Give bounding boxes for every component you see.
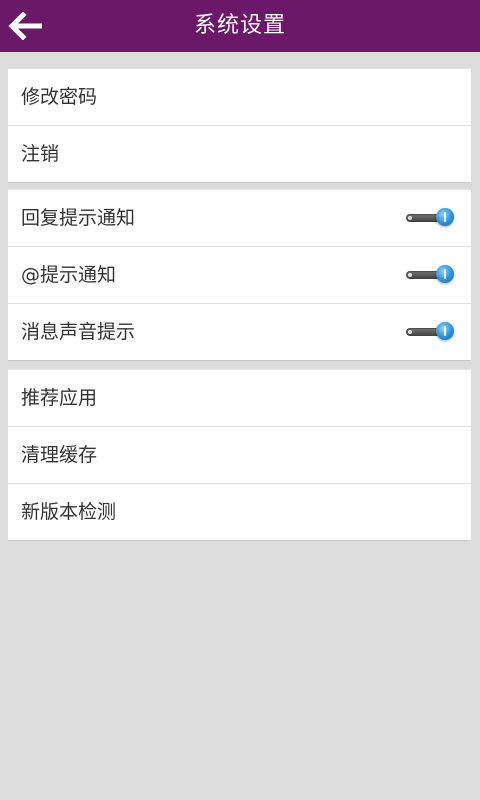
page-title: 系统设置 bbox=[193, 13, 286, 38]
notification-settings-group: 回复提示通知 @提示通知 消息声音提示 bbox=[8, 189, 471, 361]
title-bar: 系统设置 bbox=[0, 0, 480, 52]
check-update-label: 新版本检测 bbox=[21, 501, 117, 523]
recommended-apps-label: 推荐应用 bbox=[21, 387, 98, 409]
toggle-dot-icon bbox=[408, 273, 412, 277]
change-password-label: 修改密码 bbox=[21, 86, 98, 108]
app-settings-group: 推荐应用 清理缓存 新版本检测 bbox=[8, 369, 471, 541]
clear-cache-item[interactable]: 清理缓存 bbox=[8, 427, 471, 484]
reply-notification-label: 回复提示通知 bbox=[21, 207, 136, 229]
toggle-dot-icon bbox=[408, 330, 412, 334]
toggle-thumb bbox=[436, 208, 454, 226]
logout-label: 注销 bbox=[21, 143, 60, 165]
message-sound-item: 消息声音提示 bbox=[8, 304, 471, 360]
message-sound-label: 消息声音提示 bbox=[21, 321, 136, 343]
toggle-dot-icon bbox=[408, 216, 412, 220]
account-settings-group: 修改密码 注销 bbox=[8, 68, 471, 183]
logout-item[interactable]: 注销 bbox=[8, 126, 471, 182]
clear-cache-label: 清理缓存 bbox=[21, 444, 98, 466]
reply-notification-toggle[interactable] bbox=[406, 207, 454, 229]
change-password-item[interactable]: 修改密码 bbox=[8, 69, 471, 126]
check-update-item[interactable]: 新版本检测 bbox=[8, 484, 471, 540]
recommended-apps-item[interactable]: 推荐应用 bbox=[8, 370, 471, 427]
message-sound-toggle[interactable] bbox=[406, 321, 454, 343]
mention-notification-item: @提示通知 bbox=[8, 247, 471, 304]
mention-notification-label: @提示通知 bbox=[21, 264, 117, 286]
mention-notification-toggle[interactable] bbox=[406, 264, 454, 286]
toggle-thumb bbox=[436, 265, 454, 283]
toggle-thumb bbox=[436, 322, 454, 340]
reply-notification-item: 回复提示通知 bbox=[8, 190, 471, 247]
